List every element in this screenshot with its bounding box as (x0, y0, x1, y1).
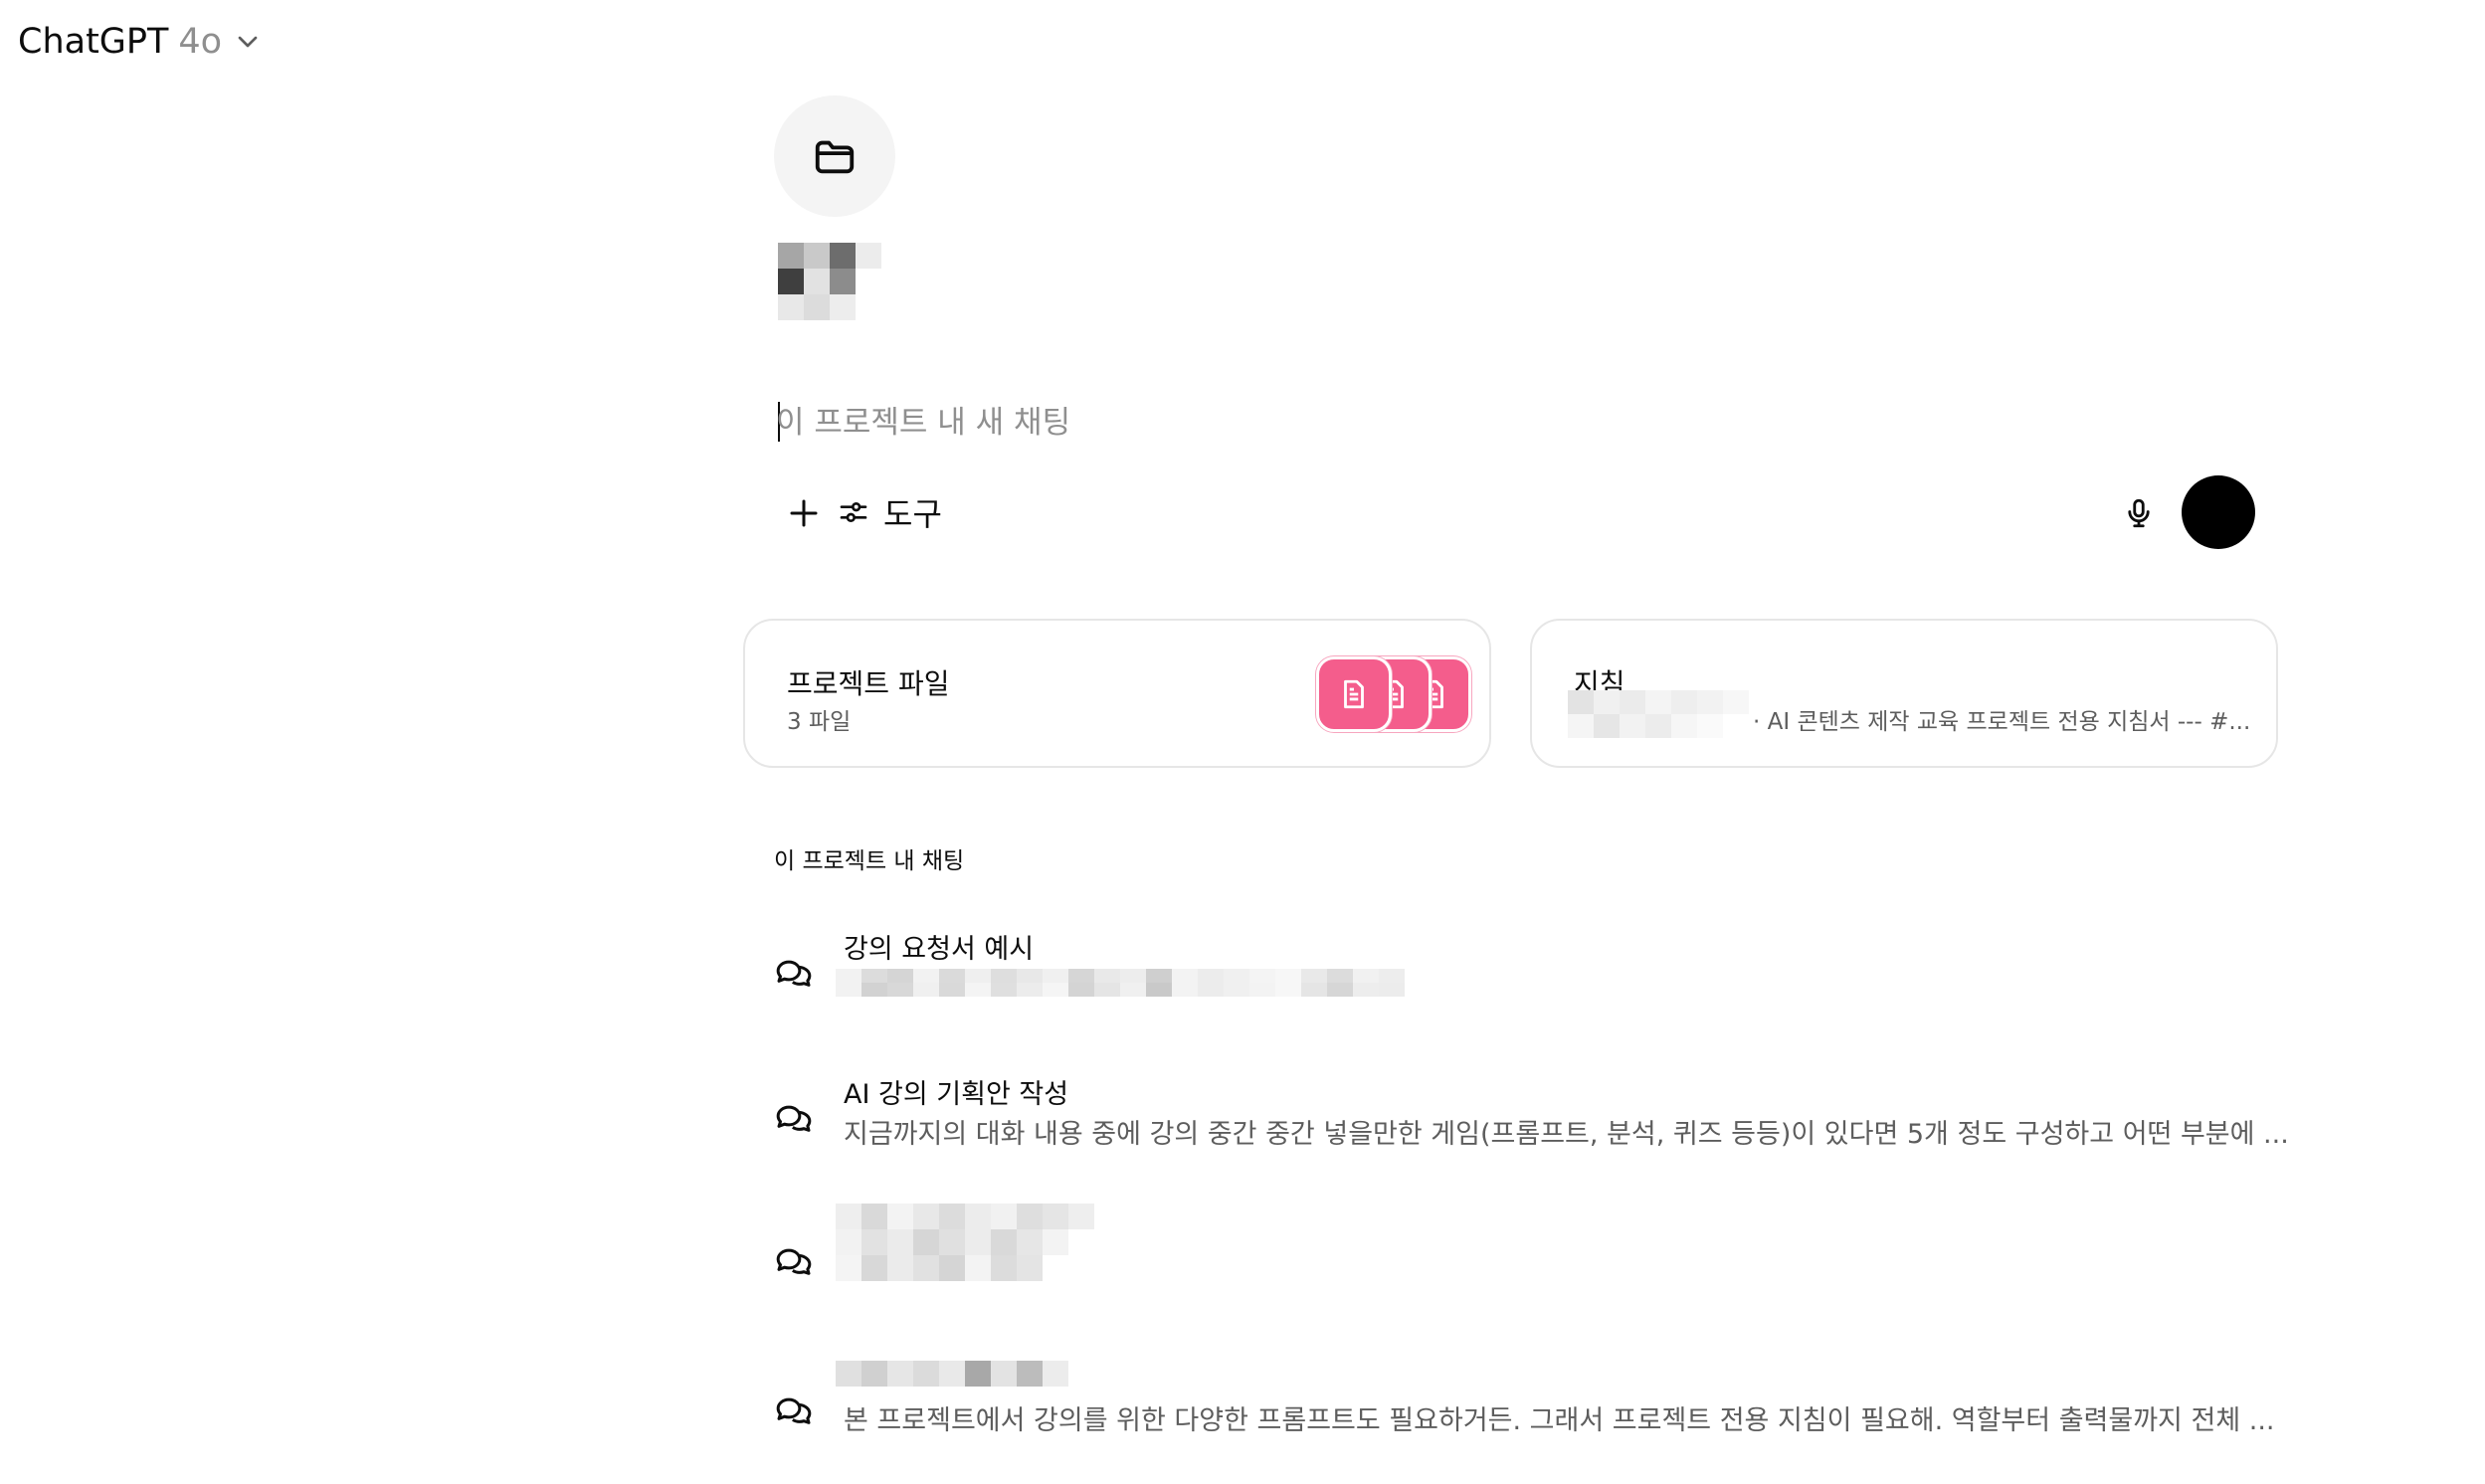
instructions-preview: · AI 콘텐츠 제작 교육 프로젝트 전용 지침서 --- #... (1753, 709, 2251, 735)
chat-title: AI 강의 기획안 작성 (844, 1079, 1069, 1110)
microphone-icon (2128, 498, 2150, 528)
chat-preview: 본 프로젝트에서 강의를 위한 다양한 프롬프트도 필요하거든. 그래서 프로젝… (844, 1405, 2275, 1436)
chat-bubble-icon (776, 1105, 812, 1132)
section-label: 이 프로젝트 내 채팅 (774, 848, 965, 874)
folder-icon (815, 140, 855, 174)
chevron-down-icon (238, 36, 258, 48)
instructions-redacted (1568, 690, 1749, 738)
model-version: 4o (178, 22, 223, 62)
document-icon (1344, 679, 1364, 709)
chat-title: 강의 요청서 예시 (844, 934, 1035, 965)
chat-bubble-icon (776, 960, 812, 987)
tools-button[interactable]: 도구 (838, 487, 942, 537)
dictation-button[interactable] (2113, 487, 2165, 539)
chat-preview: 지금까지의 대화 내용 중에 강의 중간 중간 넣을만한 게임(프롬프트, 분석… (844, 1119, 2289, 1150)
project-icon-button[interactable] (774, 95, 895, 217)
instructions-card[interactable]: 지침 · AI 콘텐츠 제작 교육 프로젝트 전용 지침서 --- #... (1530, 619, 2278, 768)
chat-preview-redacted (836, 969, 1405, 997)
voice-mode-button[interactable] (2182, 475, 2255, 549)
model-switcher[interactable]: ChatGPT 4o (18, 18, 264, 66)
tools-label: 도구 (883, 495, 942, 533)
chat-title-redacted (836, 1361, 1068, 1387)
project-files-card[interactable]: 프로젝트 파일 3 파일 (743, 619, 1491, 768)
project-files-title: 프로젝트 파일 (787, 667, 950, 700)
chat-list-item[interactable]: AI 강의 기획안 작성 지금까지의 대화 내용 중에 강의 중간 중간 넣을만… (774, 1070, 2289, 1190)
add-attachment-button[interactable] (780, 489, 828, 537)
chat-input[interactable] (776, 398, 2248, 448)
chat-bubble-icon (776, 1397, 812, 1424)
chat-list-item[interactable] (774, 1204, 2266, 1323)
chat-list-item[interactable]: 강의 요청서 예시 (774, 925, 2266, 1044)
file-thumbnail (1316, 656, 1392, 732)
chat-redacted (836, 1204, 1094, 1281)
app-name: ChatGPT (18, 22, 169, 62)
chat-bubble-icon (776, 1248, 812, 1275)
chat-list-item[interactable]: 본 프로젝트에서 강의를 위한 다양한 프롬프트도 필요하거든. 그래서 프로젝… (774, 1355, 2275, 1474)
sliders-icon (840, 502, 867, 522)
project-files-count: 3 파일 (787, 709, 852, 735)
project-title-redacted (778, 243, 881, 320)
plus-icon (790, 499, 818, 527)
